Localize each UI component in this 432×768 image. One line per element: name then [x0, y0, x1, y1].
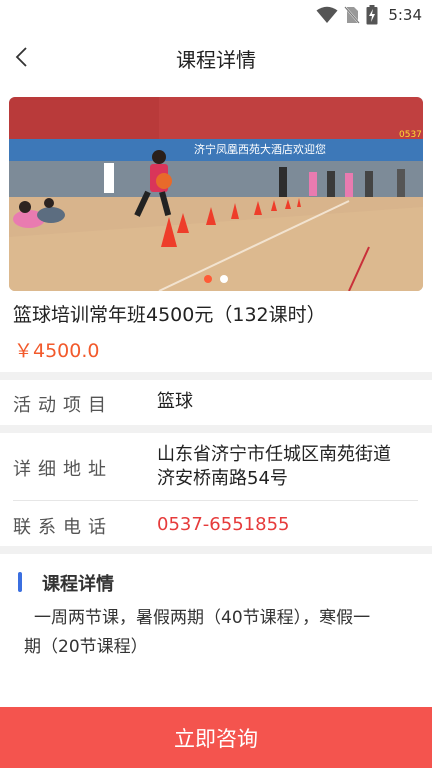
status-icons: 5:34 — [316, 5, 422, 25]
row-divider — [13, 500, 418, 501]
details-line-2: 期（20节课程） — [24, 637, 148, 657]
section-marker — [18, 572, 22, 592]
course-price: ￥4500.0 — [14, 340, 100, 362]
course-title: 篮球培训常年班4500元（132课时） — [13, 304, 326, 326]
no-sim-icon — [344, 6, 361, 24]
nav-bar: 课程详情 — [0, 30, 432, 84]
phone-label: 联系电话 — [13, 517, 113, 538]
course-photo: 济宁凤凰西苑大酒店欢迎您 0537 — [9, 97, 423, 291]
consult-now-button[interactable]: 立即咨询 — [0, 707, 432, 768]
battery-charging-icon — [366, 5, 378, 25]
activity-value: 篮球 — [157, 391, 193, 412]
phone-link[interactable]: 0537-6551855 — [157, 513, 289, 537]
address-line-1: 山东省济宁市任城区南苑街道 — [157, 444, 391, 465]
page-title: 课程详情 — [176, 48, 256, 72]
wifi-icon — [316, 6, 338, 23]
section-divider — [0, 425, 432, 433]
carousel-dot[interactable] — [220, 275, 228, 283]
carousel-dot[interactable] — [204, 275, 212, 283]
address-line-2: 济安桥南路54号 — [157, 468, 288, 489]
details-line-1: 一周两节课，暑假两期（40节课程），寒假一 — [34, 608, 371, 628]
consult-now-label: 立即咨询 — [174, 726, 258, 751]
status-bar: 5:34 — [0, 0, 432, 30]
banner-sign-number: 0537 — [399, 130, 422, 140]
details-text: 一周两节课，暑假两期（40节课程），寒假一 期（20节课程） — [24, 604, 424, 662]
details-heading: 课程详情 — [42, 574, 114, 595]
activity-label: 活动项目 — [13, 395, 113, 416]
carousel-dots — [9, 275, 423, 283]
section-divider — [0, 372, 432, 380]
section-divider — [0, 546, 432, 554]
address-label: 详细地址 — [13, 459, 113, 480]
status-time: 5:34 — [388, 6, 422, 24]
course-image-carousel[interactable]: 济宁凤凰西苑大酒店欢迎您 0537 — [9, 97, 423, 291]
banner-sign: 济宁凤凰西苑大酒店欢迎您 — [194, 142, 326, 156]
